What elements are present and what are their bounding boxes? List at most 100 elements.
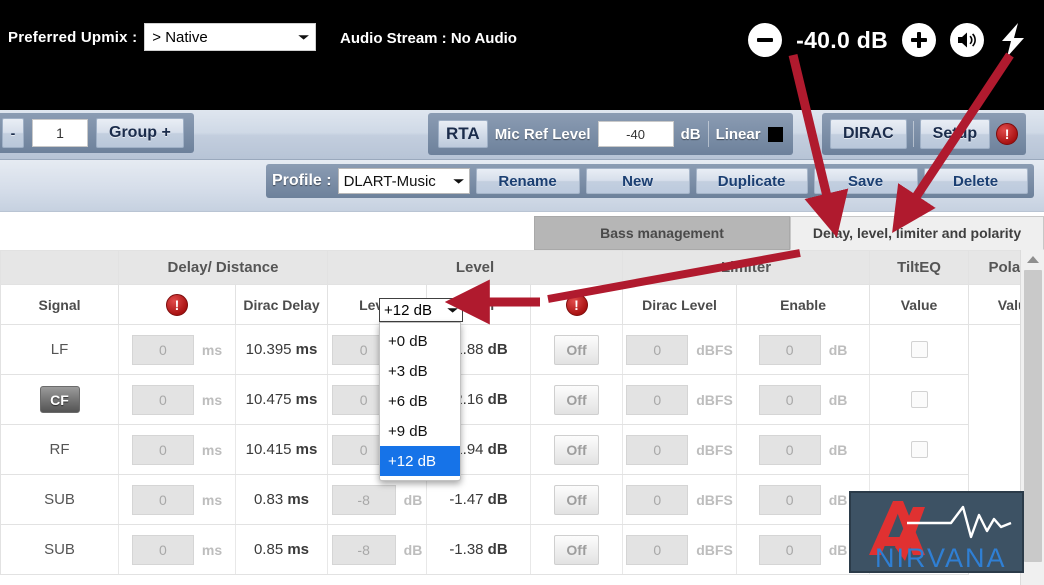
power-bolt-button[interactable]: [998, 21, 1028, 59]
av-nirvana-logo-icon: NIRVANA: [869, 501, 1012, 571]
tilteq-unit-label: dB: [828, 391, 848, 408]
delay-input[interactable]: 0: [131, 434, 194, 465]
dirac-delay-value: 0.85 ms: [253, 541, 310, 558]
dirac-delay-value: 10.415 ms: [245, 441, 318, 458]
gain-input[interactable]: -8: [331, 484, 396, 515]
delay-input[interactable]: 0: [131, 484, 194, 515]
cell-limiter-value: 0 dBFS: [622, 374, 738, 425]
group-number-input[interactable]: 1: [32, 119, 88, 147]
group-plus-button[interactable]: Group +: [96, 118, 184, 148]
limiter-value-input[interactable]: 0: [626, 534, 689, 565]
gain-preset-option[interactable]: +0 dB: [380, 326, 460, 356]
gain-preset-select[interactable]: +12 dB ⏷: [379, 298, 463, 322]
cell-limiter-enable: Off: [529, 474, 624, 525]
cell-level-gain: -8 dB: [327, 524, 427, 575]
gain-preset-option[interactable]: +3 dB: [380, 356, 460, 386]
col-header-signal: Signal: [0, 284, 119, 325]
limiter-enable-toggle[interactable]: Off: [554, 534, 600, 565]
tilteq-unit-label: dB: [828, 541, 848, 558]
tilteq-value-input[interactable]: 0: [758, 484, 821, 515]
tilteq-unit-label: dB: [828, 441, 848, 458]
alert-badge-icon[interactable]: !: [565, 293, 588, 316]
invert-checkbox[interactable]: [910, 391, 928, 408]
group-header-delay-distance: Delay/ Distance: [118, 250, 328, 285]
limiter-enable-toggle[interactable]: Off: [554, 434, 600, 465]
dirac-delay-value: 0.83 ms: [253, 491, 310, 508]
limiter-enable-toggle[interactable]: Off: [554, 484, 600, 515]
group-selector-group: - 1 Group +: [0, 113, 194, 153]
limiter-value-input[interactable]: 0: [626, 434, 689, 465]
cell-invert: [869, 374, 970, 425]
group-header-level: Level: [326, 250, 624, 285]
tilteq-value-input[interactable]: 0: [758, 434, 821, 465]
table-row: LF0ms10.395 ms0dB-1.88 dBOff0dBFS0dB: [0, 324, 1044, 375]
scrollbar-thumb[interactable]: [1024, 270, 1042, 562]
main-toolbar: - 1 Group + RTA Mic Ref Level -40 dB Lin…: [0, 110, 1044, 160]
profile-save-button[interactable]: Save: [813, 168, 918, 194]
tab-bass-management[interactable]: Bass management: [534, 216, 790, 250]
table-row: RF0ms10.415 ms0dB-1.94 dBOff0dBFS0dB: [0, 424, 1044, 475]
delay-input[interactable]: 0: [131, 334, 194, 365]
app-root: Preferred Upmix : > Native ⏷ Audio Strea…: [0, 0, 1044, 585]
delay-input[interactable]: 0: [131, 384, 194, 415]
mute-button[interactable]: [950, 23, 984, 57]
alert-badge-icon[interactable]: !: [166, 293, 188, 316]
tilteq-value-input[interactable]: 0: [758, 334, 821, 365]
limiter-unit-label: dBFS: [696, 491, 733, 508]
limiter-unit-label: dBFS: [696, 441, 733, 458]
profile-new-button[interactable]: New: [585, 168, 690, 194]
limiter-value-input[interactable]: 0: [626, 384, 689, 415]
cell-limiter-enable: Off: [529, 324, 624, 375]
table-group-header-row: Delay/ Distance Level Limiter TiltEQ Pol…: [0, 250, 1044, 285]
gain-preset-option[interactable]: +9 dB: [380, 416, 460, 446]
gain-preset-option-list[interactable]: +0 dB +3 dB +6 dB +9 dB +12 dB: [379, 322, 461, 481]
limiter-value-input[interactable]: 0: [626, 334, 689, 365]
group-minus-button[interactable]: -: [2, 118, 24, 148]
gain-input[interactable]: -8: [331, 534, 396, 565]
cell-limiter-value: 0 dBFS: [622, 474, 738, 525]
volume-plus-button[interactable]: [902, 23, 936, 57]
delay-input[interactable]: 0: [131, 534, 194, 565]
setup-button[interactable]: Setup: [919, 119, 991, 149]
rta-button[interactable]: RTA: [438, 120, 488, 148]
svg-text:NIRVANA: NIRVANA: [875, 543, 1007, 571]
invert-checkbox[interactable]: [910, 341, 928, 358]
delay-unit-label: ms: [201, 441, 223, 458]
cell-signal: RF: [0, 424, 119, 475]
tab-delay-level-limiter-polarity[interactable]: Delay, level, limiter and polarity: [790, 216, 1044, 250]
linear-label: Linear: [715, 125, 761, 143]
profile-delete-button[interactable]: Delete: [923, 168, 1028, 194]
limiter-value-input[interactable]: 0: [626, 484, 689, 515]
scroll-up-button[interactable]: [1021, 250, 1044, 268]
profile-rename-button[interactable]: Rename: [475, 168, 580, 194]
limiter-unit-label: dBFS: [696, 391, 733, 408]
col-header-delay-alert: !: [118, 284, 236, 325]
limiter-enable-toggle[interactable]: Off: [554, 384, 600, 415]
mic-ref-level-input[interactable]: -40: [597, 121, 674, 147]
gain-preset-option[interactable]: +12 dB: [380, 446, 460, 476]
col-header-dirac-delay: Dirac Delay: [235, 284, 328, 325]
profile-select[interactable]: DLART-Music ⏷: [337, 168, 470, 194]
cell-limiter-enable: Off: [529, 524, 624, 575]
signal-label: RF: [49, 441, 70, 458]
signal-selected-button[interactable]: CF: [39, 386, 80, 413]
limiter-enable-toggle[interactable]: Off: [554, 334, 600, 365]
tilteq-unit-label: dB: [828, 491, 848, 508]
col-header-limiter-value: Value: [869, 284, 970, 325]
volume-minus-button[interactable]: [748, 23, 783, 57]
dirac-button[interactable]: DIRAC: [830, 119, 907, 149]
tilteq-value-input[interactable]: 0: [758, 384, 821, 415]
invert-checkbox[interactable]: [910, 441, 928, 458]
tilteq-value-input[interactable]: 0: [758, 534, 821, 565]
dirac-level-value: -1.38 dB: [449, 541, 508, 558]
gain-preset-option[interactable]: +6 dB: [380, 386, 460, 416]
preferred-upmix-select[interactable]: > Native ⏷: [144, 23, 317, 51]
profile-duplicate-button[interactable]: Duplicate: [695, 168, 808, 194]
cell-dirac-delay: 0.83 ms: [235, 474, 328, 525]
col-header-enable: Enable: [736, 284, 871, 325]
cell-dirac-level: -1.38 dB: [426, 524, 531, 575]
cell-dirac-level: -1.47 dB: [426, 474, 531, 525]
alert-badge-icon[interactable]: !: [996, 123, 1019, 145]
linear-checkbox[interactable]: [767, 126, 783, 142]
mic-ref-level-label: Mic Ref Level: [494, 125, 591, 143]
